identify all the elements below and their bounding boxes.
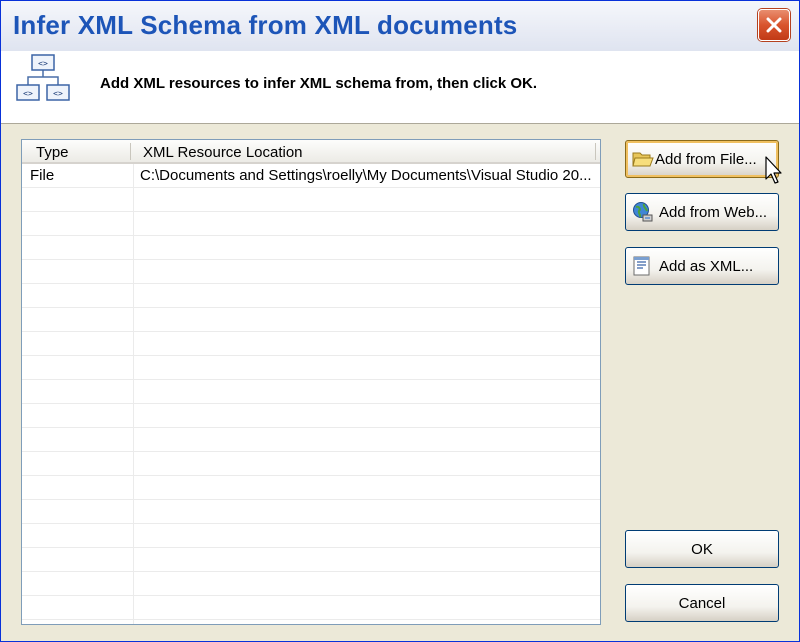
column-separator[interactable] (595, 143, 596, 160)
window-title: Infer XML Schema from XML documents (13, 10, 518, 40)
list-row-empty (22, 308, 600, 332)
add-from-file-button[interactable]: Add from File... (625, 140, 779, 178)
svg-text:<>: <> (23, 89, 33, 98)
cell-location: C:\Documents and Settings\roelly\My Docu… (140, 167, 592, 184)
list-row-empty (22, 404, 600, 428)
add-from-file-label: Add from File... (655, 151, 757, 168)
title-bar[interactable]: Infer XML Schema from XML documents (1, 1, 799, 51)
list-row-file[interactable]: File C:\Documents and Settings\roelly\My… (22, 164, 600, 188)
ok-button[interactable]: OK (625, 530, 779, 568)
list-row-empty (22, 476, 600, 500)
list-row-empty (22, 572, 600, 596)
list-row-empty (22, 356, 600, 380)
column-header-type[interactable]: Type (36, 144, 69, 161)
list-row-empty (22, 380, 600, 404)
open-folder-icon (632, 152, 654, 167)
cancel-button[interactable]: Cancel (625, 584, 779, 622)
list-row-empty (22, 260, 600, 284)
list-row-empty (22, 428, 600, 452)
column-header-location[interactable]: XML Resource Location (143, 144, 303, 161)
column-separator[interactable] (130, 143, 131, 160)
list-row-empty (22, 548, 600, 572)
xml-schema-diagram-icon: <> <> <> (16, 54, 70, 101)
xml-resource-list[interactable]: Type XML Resource Location File C:\Docum… (21, 139, 601, 625)
list-row-empty (22, 236, 600, 260)
list-row-empty (22, 212, 600, 236)
cancel-label: Cancel (678, 595, 726, 612)
header-band: <> <> <> Add XML resources to infer XML … (1, 51, 799, 124)
list-row-empty (22, 452, 600, 476)
list-rows: File C:\Documents and Settings\roelly\My… (22, 164, 600, 620)
close-icon (766, 17, 782, 33)
list-row-empty (22, 188, 600, 212)
close-button[interactable] (758, 9, 790, 41)
list-row-empty (22, 524, 600, 548)
svg-text:<>: <> (38, 59, 48, 68)
ok-label: OK (691, 541, 713, 558)
list-row-empty (22, 284, 600, 308)
add-as-xml-label: Add as XML... (659, 258, 754, 275)
list-row-empty (22, 596, 600, 620)
cell-type: File (30, 167, 55, 184)
xml-document-icon (633, 256, 650, 276)
mouse-pointer-icon (765, 156, 782, 184)
svg-text:<>: <> (53, 89, 63, 98)
add-from-web-label: Add from Web... (659, 204, 768, 221)
instruction-text: Add XML resources to infer XML schema fr… (100, 75, 538, 92)
add-from-web-button[interactable]: Add from Web... (625, 193, 779, 231)
list-row-empty (22, 500, 600, 524)
dialog-window: Infer XML Schema from XML documents <> <… (0, 0, 800, 642)
globe-network-icon (633, 202, 653, 222)
list-row-empty (22, 332, 600, 356)
add-as-xml-button[interactable]: Add as XML... (625, 247, 779, 285)
list-header: Type XML Resource Location (22, 140, 600, 164)
